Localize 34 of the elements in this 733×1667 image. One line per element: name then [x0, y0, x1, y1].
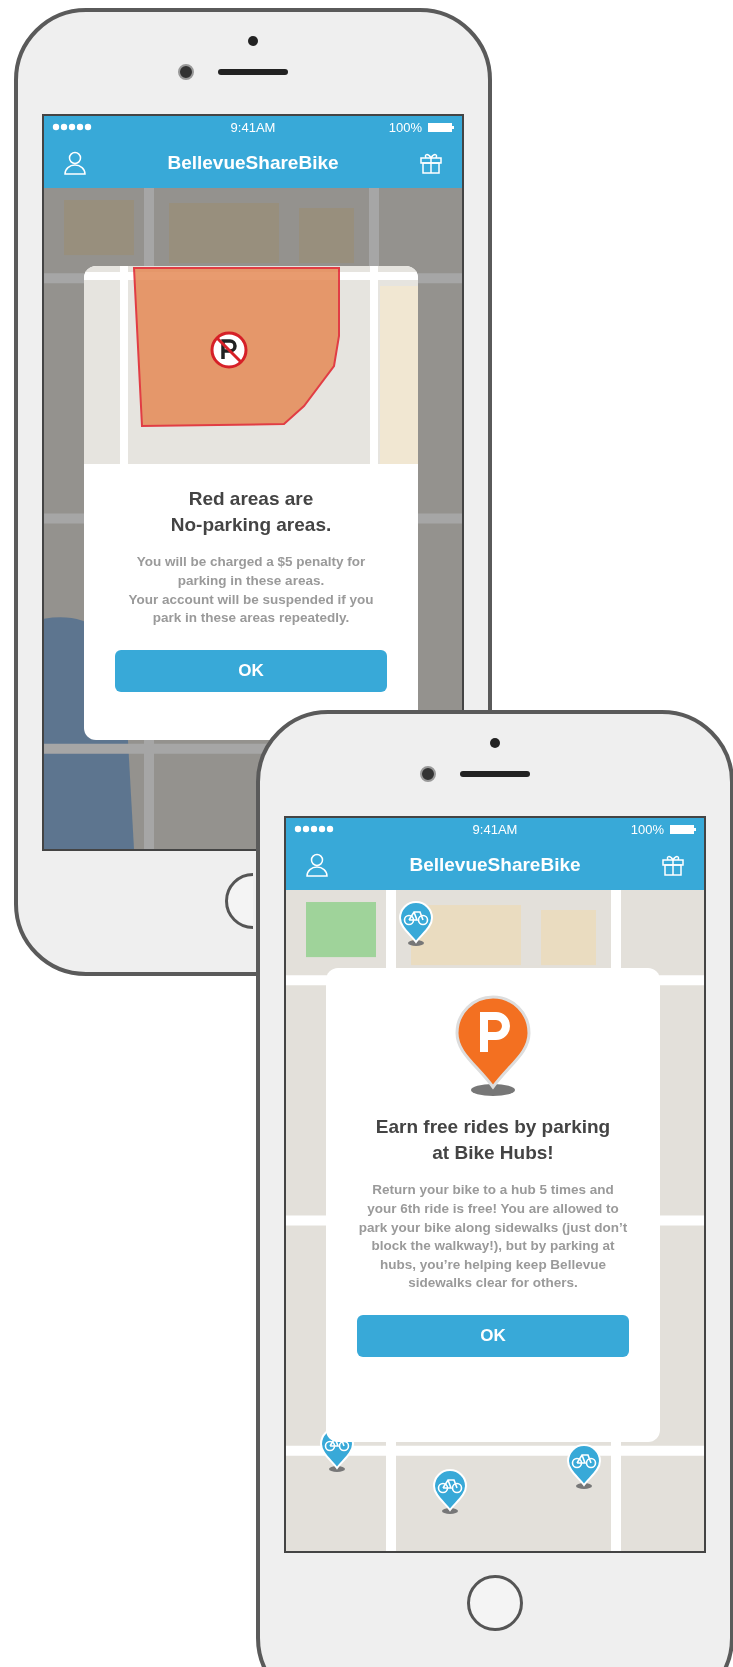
dialog-message: You will be charged a $5 penalty for parking in these areas. Your account will be suspended if you park in these areas repeatedly.: [127, 553, 375, 628]
battery-percent: 100%: [388, 119, 422, 135]
signal-icon: [294, 825, 334, 833]
bike-pin-icon[interactable]: [432, 1468, 468, 1514]
speaker-slot: [218, 69, 288, 75]
home-button[interactable]: [467, 1575, 523, 1631]
parking-pin-icon: [453, 994, 533, 1098]
battery-icon: [670, 824, 696, 834]
camera-dot: [490, 738, 500, 748]
dialog-heading: Red areas are No-parking areas.: [170, 487, 332, 537]
gift-icon[interactable]: [420, 152, 442, 174]
battery-percent: 100%: [630, 821, 664, 837]
user-icon[interactable]: [64, 151, 86, 175]
app-title: BellevueShareBike: [409, 854, 581, 876]
gift-icon[interactable]: [662, 854, 684, 876]
status-time: 9:41AM: [230, 119, 276, 135]
bike-pin-icon[interactable]: [398, 900, 434, 946]
speaker-slot: [460, 771, 530, 777]
ok-button[interactable]: OK: [357, 1315, 629, 1358]
park-area: [306, 902, 376, 958]
status-time: 9:41AM: [472, 821, 518, 837]
ok-button[interactable]: OK: [115, 649, 387, 692]
dialog-heading: Earn free rides by parking at Bike Hubs!: [375, 1115, 611, 1165]
home-button[interactable]: [225, 873, 253, 929]
user-icon[interactable]: [306, 853, 328, 877]
city-block: [541, 910, 596, 966]
bike-pin-icon[interactable]: [566, 1443, 602, 1489]
dialog-message: Return your bike to a hub 5 times and your 6th ride is free! You are allowed to park your bike along sidewalks (just don’t block the walkway!), but by parking at hubs, you’re helping keep Bellevue sidewalks clear for others.: [357, 1181, 629, 1293]
front-camera: [178, 64, 194, 80]
camera-dot: [248, 36, 258, 46]
front-camera: [420, 766, 436, 782]
app-title: BellevueShareBike: [167, 152, 339, 174]
battery-icon: [428, 122, 454, 132]
signal-icon: [52, 123, 92, 131]
